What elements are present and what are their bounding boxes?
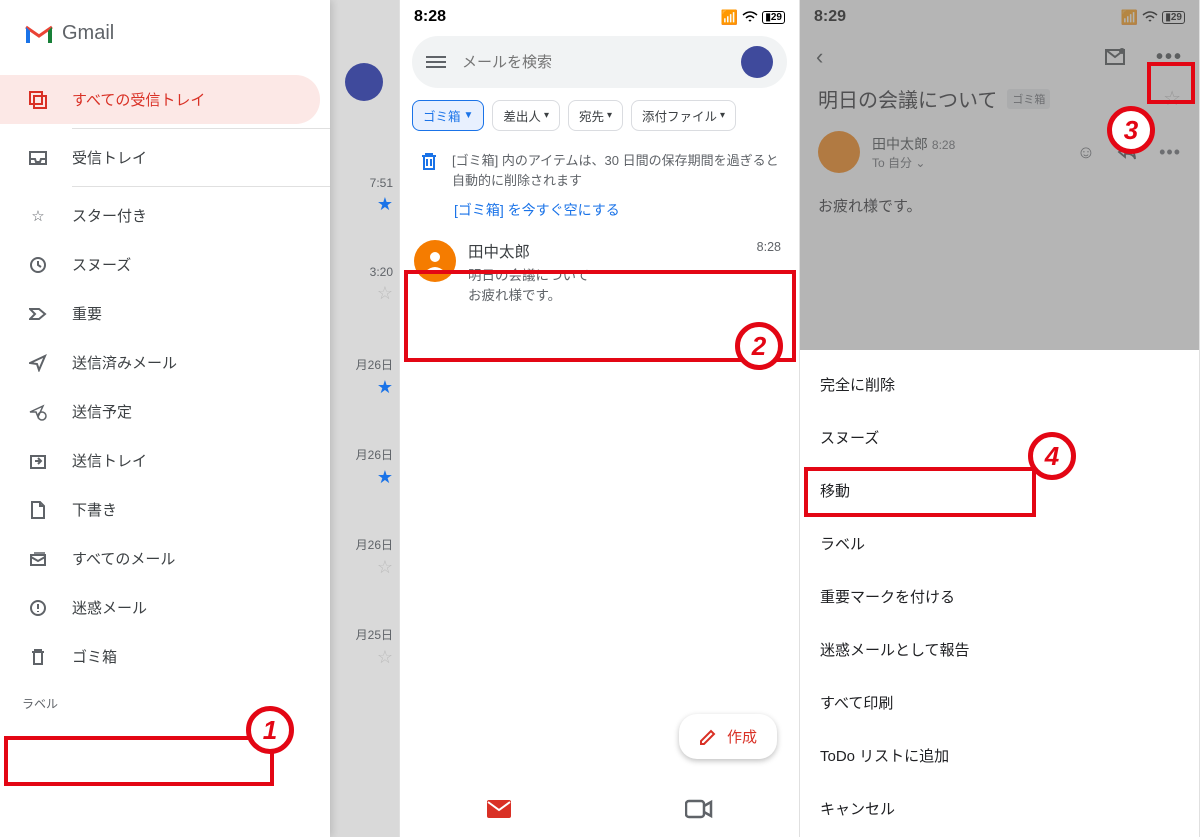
chevron-down-icon: ▾ xyxy=(544,110,549,121)
sheet-print-all[interactable]: すべて印刷 xyxy=(800,676,1199,729)
chip-to[interactable]: 宛先▾ xyxy=(568,100,623,131)
battery-icon: ▮29 xyxy=(762,11,785,24)
nav-drafts[interactable]: 下書き xyxy=(0,485,330,534)
nav-snoozed[interactable]: スヌーズ xyxy=(0,240,330,289)
nav-inbox[interactable]: 受信トレイ xyxy=(0,133,330,182)
trash-info: [ゴミ箱] 内のアイテムは、30 日間の保存期間を過ぎると自動的に削除されます xyxy=(400,141,799,198)
star-icon[interactable]: ☆ xyxy=(377,557,393,578)
sheet-add-todo[interactable]: ToDo リストに追加 xyxy=(800,729,1199,782)
star-icon[interactable]: ★ xyxy=(377,377,393,398)
panel-message-view: 8:29 📶 ▮29 ‹ ••• 明日の会議について ゴミ箱 ☆ 田中太郎 8:… xyxy=(800,0,1200,837)
signal-icon: 📶 xyxy=(721,9,738,26)
mail-row[interactable]: 田中太郎 8:28 明日の会議について お疲れ様です。 xyxy=(400,230,799,314)
panel-trash-list: 8:28 📶 ▮29 ゴミ箱▼ 差出人▾ 宛先▾ 添付ファイル▾ [ゴミ箱] 内… xyxy=(400,0,800,837)
bottomnav-meet-icon[interactable] xyxy=(685,799,713,819)
inbox-icon xyxy=(28,148,48,168)
trash-note: [ゴミ箱] 内のアイテムは、30 日間の保存期間を過ぎると自動的に削除されます xyxy=(452,151,779,190)
all-mail-icon xyxy=(28,549,48,569)
clock-icon xyxy=(28,255,48,275)
scheduled-icon xyxy=(28,402,48,422)
important-icon xyxy=(28,304,48,324)
nav-starred[interactable]: ☆スター付き xyxy=(0,191,330,240)
chevron-down-icon: ▾ xyxy=(607,110,612,121)
menu-icon[interactable] xyxy=(426,56,446,68)
star-icon[interactable]: ☆ xyxy=(377,283,393,304)
nav-sent[interactable]: 送信済みメール xyxy=(0,338,330,387)
peek-row: 月25日☆ xyxy=(333,626,393,668)
star-icon[interactable]: ★ xyxy=(377,194,393,215)
mail-preview: お疲れ様です。 xyxy=(468,284,781,304)
status-bar: 8:28 📶 ▮29 xyxy=(400,0,799,30)
chip-trash[interactable]: ゴミ箱▼ xyxy=(412,100,484,131)
outbox-icon xyxy=(28,451,48,471)
trash-icon xyxy=(28,647,48,667)
filter-chips: ゴミ箱▼ 差出人▾ 宛先▾ 添付ファイル▾ xyxy=(400,94,799,141)
account-avatar[interactable] xyxy=(345,63,383,101)
nav-spam[interactable]: 迷惑メール xyxy=(0,583,330,632)
bottom-nav xyxy=(400,781,799,837)
mail-sender: 田中太郎 xyxy=(468,240,530,262)
nav-trash[interactable]: ゴミ箱 xyxy=(0,632,330,681)
nav-important[interactable]: 重要 xyxy=(0,289,330,338)
nav-scheduled[interactable]: 送信予定 xyxy=(0,387,330,436)
chevron-down-icon: ▼ xyxy=(464,110,474,121)
brand: Gmail xyxy=(0,0,330,55)
peek-behind: 7:51★ 3:20☆ 月26日★ 月26日★ 月26日☆ 月25日☆ xyxy=(329,0,399,837)
sidebar: Gmail すべての受信トレイ 受信トレイ ☆スター付き スヌーズ 重要 送信済… xyxy=(0,0,330,837)
scrim[interactable] xyxy=(800,0,1199,365)
brand-text: Gmail xyxy=(62,22,114,45)
action-sheet: 完全に削除 スヌーズ 移動 ラベル 重要マークを付ける 迷惑メールとして報告 す… xyxy=(800,350,1199,837)
pencil-icon xyxy=(699,728,717,746)
peek-row: 月26日★ xyxy=(333,356,393,398)
peek-row: 7:51★ xyxy=(333,176,393,215)
bottomnav-mail-icon[interactable] xyxy=(486,799,512,819)
wifi-icon xyxy=(742,11,758,23)
nav-outbox[interactable]: 送信トレイ xyxy=(0,436,330,485)
sheet-delete-forever[interactable]: 完全に削除 xyxy=(800,358,1199,411)
clock: 8:28 xyxy=(414,8,446,26)
nav-all-mail[interactable]: すべてのメール xyxy=(0,534,330,583)
star-icon[interactable]: ☆ xyxy=(377,647,393,668)
all-inboxes-icon xyxy=(28,90,48,110)
panel-sidebar: 7:51★ 3:20☆ 月26日★ 月26日★ 月26日☆ 月25日☆ Gmai… xyxy=(0,0,400,837)
compose-button[interactable]: 作成 xyxy=(679,714,777,759)
star-icon: ☆ xyxy=(28,206,48,226)
account-avatar[interactable] xyxy=(741,46,773,78)
sheet-cancel[interactable]: キャンセル xyxy=(800,782,1199,835)
draft-icon xyxy=(28,500,48,520)
sheet-mark-important[interactable]: 重要マークを付ける xyxy=(800,570,1199,623)
chip-from[interactable]: 差出人▾ xyxy=(492,100,560,131)
search-bar[interactable] xyxy=(412,36,787,88)
status-icons: 📶 ▮29 xyxy=(721,9,785,26)
nav-all-inboxes[interactable]: すべての受信トレイ xyxy=(0,75,320,124)
sheet-label[interactable]: ラベル xyxy=(800,517,1199,570)
mail-time: 8:28 xyxy=(757,240,781,262)
sheet-snooze[interactable]: スヌーズ xyxy=(800,411,1199,464)
sheet-report-spam[interactable]: 迷惑メールとして報告 xyxy=(800,623,1199,676)
peek-row: 3:20☆ xyxy=(333,265,393,304)
chip-attachment[interactable]: 添付ファイル▾ xyxy=(631,100,736,131)
search-input[interactable] xyxy=(462,54,725,71)
annotation-number-2: 2 xyxy=(735,322,783,370)
sheet-move[interactable]: 移動 xyxy=(800,464,1199,517)
trash-icon xyxy=(420,151,438,190)
empty-trash-link[interactable]: [ゴミ箱] を今すぐ空にする xyxy=(400,198,799,230)
peek-row: 月26日★ xyxy=(333,446,393,488)
mail-subject: 明日の会議について xyxy=(468,264,781,284)
labels-header: ラベル xyxy=(0,681,330,720)
sent-icon xyxy=(28,353,48,373)
spam-icon xyxy=(28,598,48,618)
chevron-down-icon: ▾ xyxy=(720,110,725,121)
star-icon[interactable]: ★ xyxy=(377,467,393,488)
peek-row: 月26日☆ xyxy=(333,536,393,578)
gmail-logo-icon xyxy=(24,23,54,45)
sender-avatar xyxy=(414,240,456,282)
